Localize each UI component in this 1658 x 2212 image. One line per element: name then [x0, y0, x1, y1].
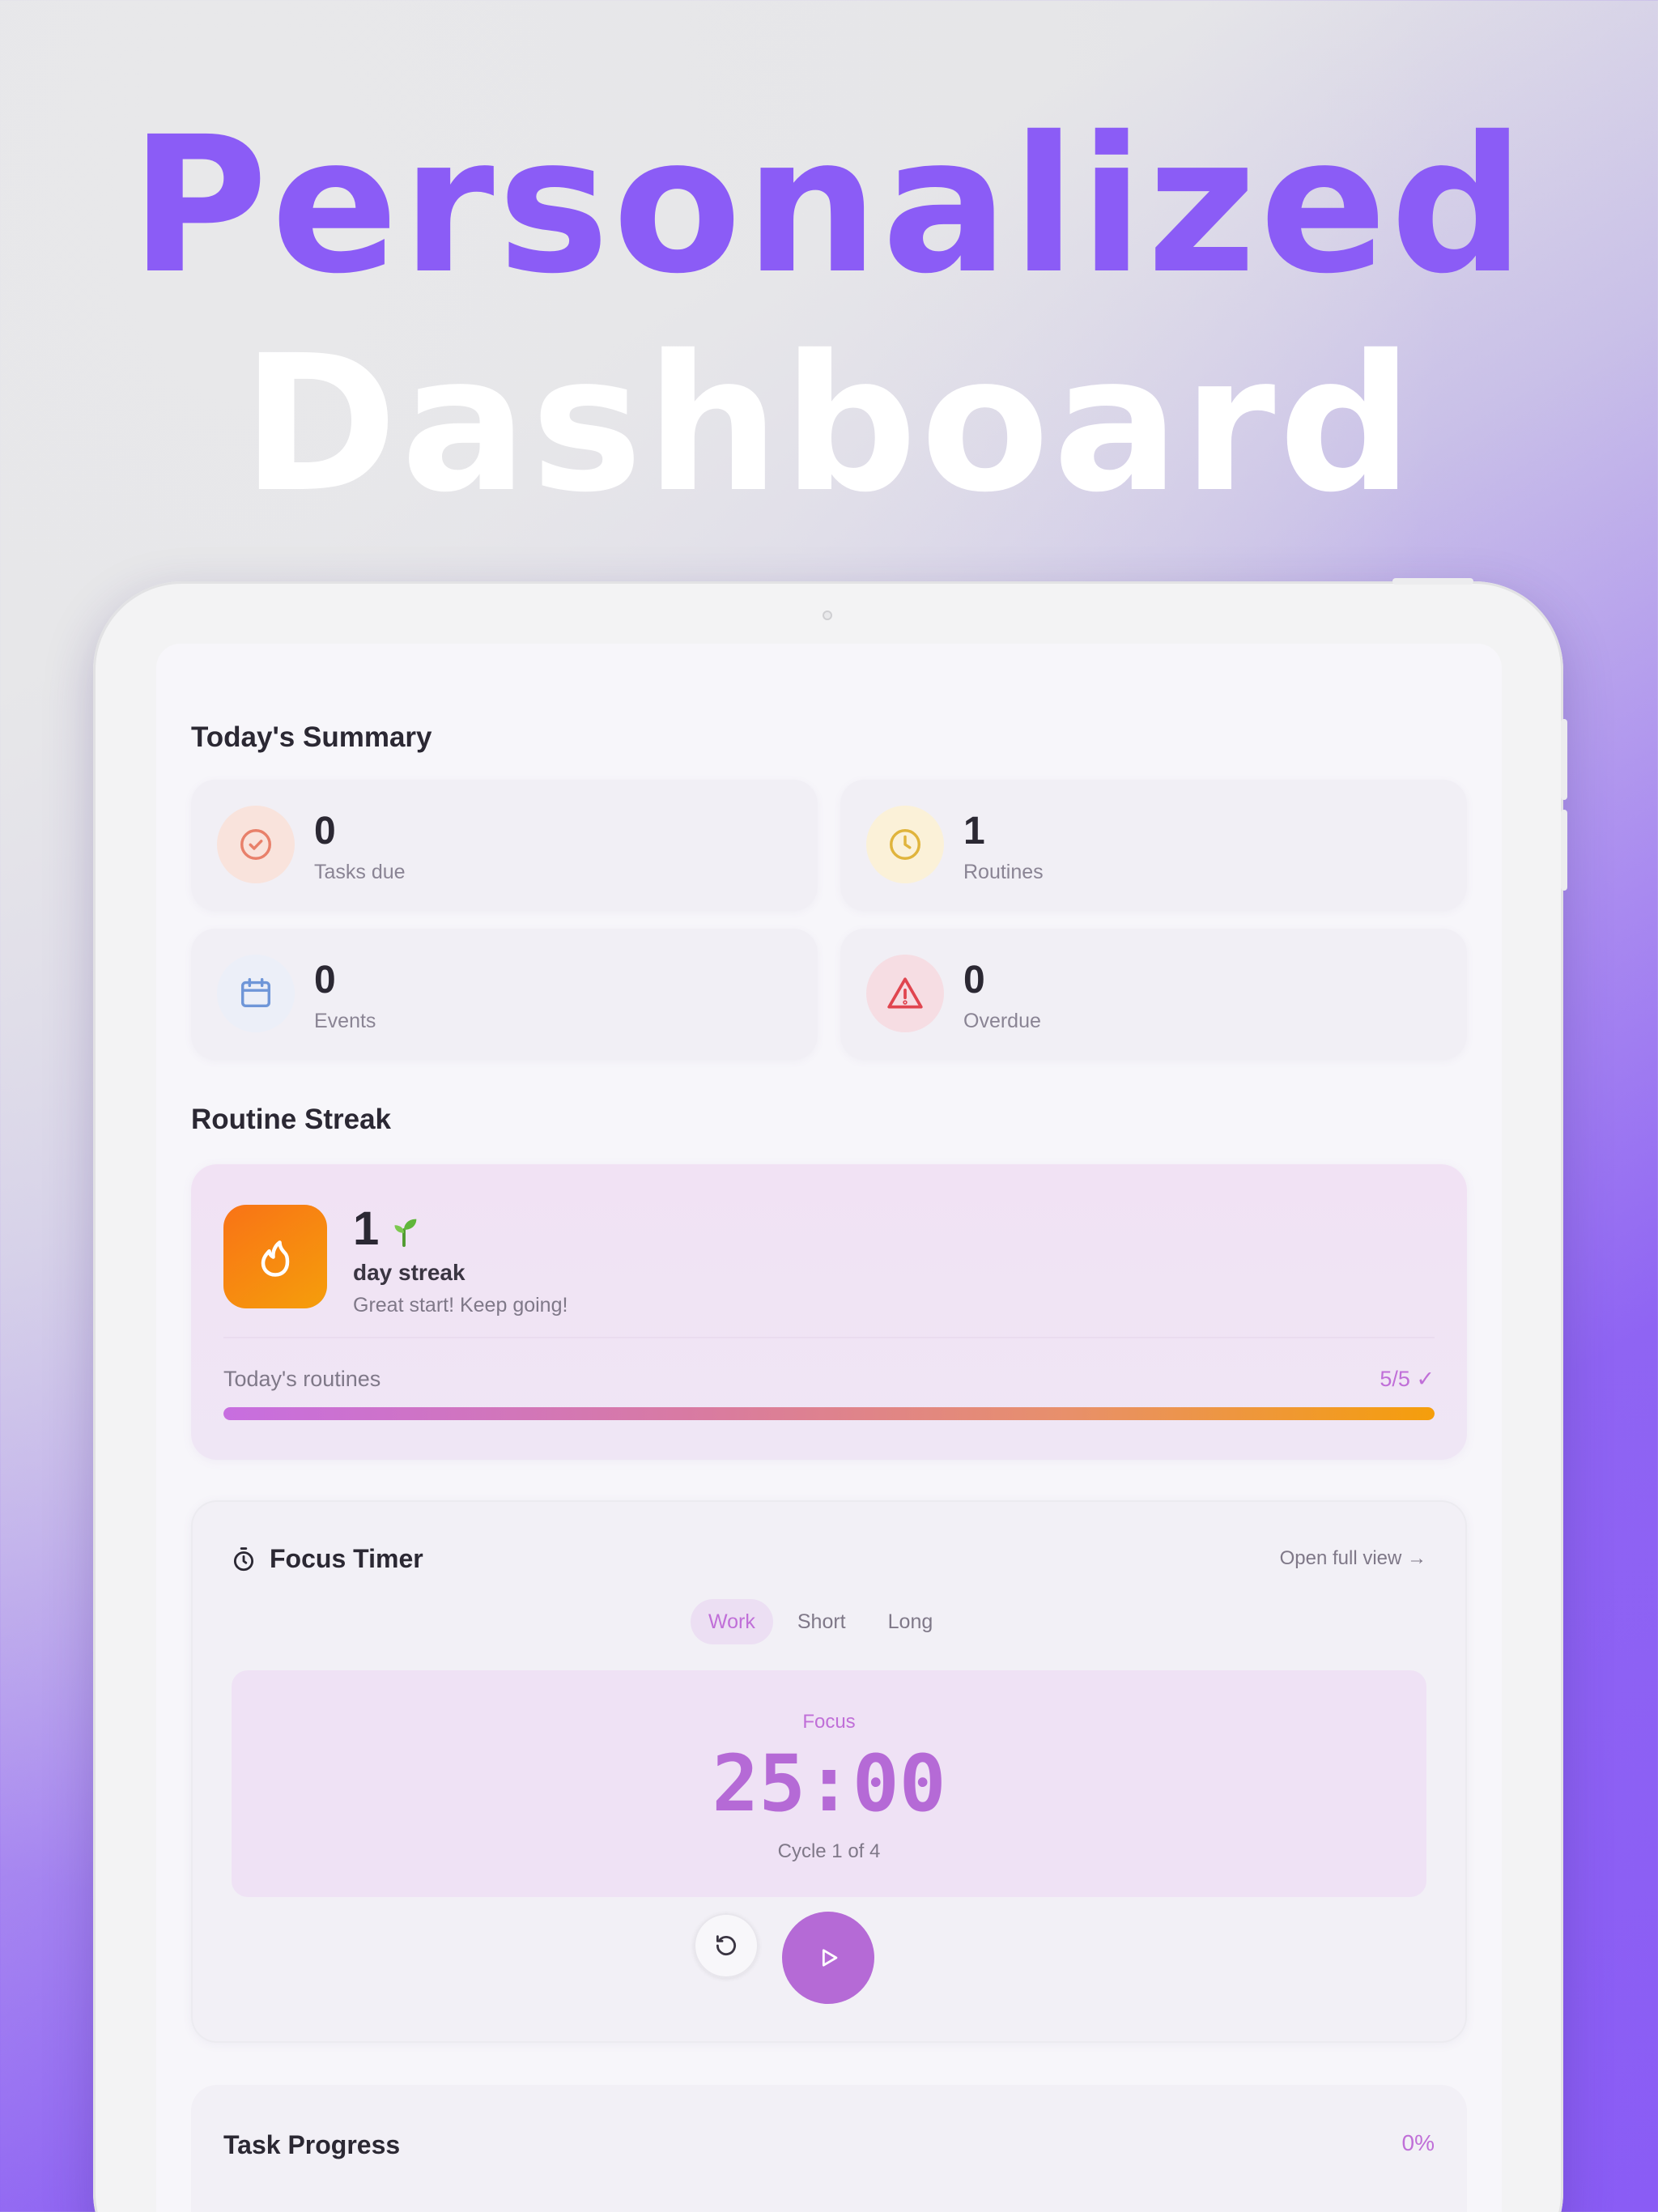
tasks-due-label: Tasks due: [314, 861, 406, 883]
task-progress-percent: 0%: [1401, 2130, 1435, 2155]
task-progress-card[interactable]: Task Progress 0%: [191, 2085, 1467, 2212]
focus-timer-title: Focus Timer: [270, 1544, 423, 1573]
tab-long[interactable]: Long: [870, 1599, 951, 1644]
tablet-volume-up-button: [1561, 719, 1567, 800]
streak-label: day streak: [353, 1260, 466, 1285]
reset-icon: [716, 1935, 736, 1956]
reset-button[interactable]: [694, 1913, 759, 1978]
overdue-value: 0: [963, 959, 985, 1002]
stat-card-tasks-due[interactable]: 0 Tasks due: [191, 780, 818, 911]
flame-icon: [223, 1205, 327, 1308]
sprout-icon: [385, 1211, 423, 1253]
timer-mode-label: Focus: [802, 1711, 856, 1733]
play-icon: [822, 1949, 838, 1967]
tablet-top-button: [1392, 578, 1473, 585]
routines-progress-bar: [223, 1407, 1435, 1420]
timer-display: Focus 25:00 Cycle 1 of 4: [232, 1670, 1426, 1897]
overdue-label: Overdue: [963, 1010, 1041, 1032]
todays-routines-label: Today's routines: [223, 1367, 381, 1391]
task-progress-title: Task Progress: [223, 2130, 401, 2159]
stat-card-overdue[interactable]: 0 Overdue: [840, 929, 1467, 1060]
tasks-due-value: 0: [314, 810, 336, 853]
summary-title: Today's Summary: [191, 721, 432, 753]
routines-value: 1: [963, 810, 985, 853]
tablet-volume-down-button: [1561, 810, 1567, 891]
events-label: Events: [314, 1010, 376, 1032]
events-value: 0: [314, 959, 336, 1002]
open-full-view-link[interactable]: Open full view →: [1280, 1547, 1426, 1570]
streak-count: 1: [353, 1202, 380, 1255]
streak-card[interactable]: 1 day streak Great start! Keep going! To…: [191, 1164, 1467, 1460]
hero-title-line2: Dashboard: [241, 315, 1417, 534]
streak-message: Great start! Keep going!: [353, 1294, 568, 1317]
timer-mode-tabs: Work Short Long: [691, 1599, 950, 1644]
hero-title-line1: Personalized: [130, 96, 1528, 315]
tab-work[interactable]: Work: [691, 1599, 773, 1644]
todays-routines-count: 5/5 ✓: [1380, 1367, 1435, 1391]
streak-title: Routine Streak: [191, 1104, 391, 1135]
calendar-icon: [217, 955, 295, 1032]
routines-progress-fill: [223, 1407, 1435, 1420]
timer-time: 25:00: [712, 1738, 946, 1829]
timer-cycle: Cycle 1 of 4: [777, 1840, 881, 1862]
warning-icon: [866, 955, 944, 1032]
check-circle-icon: [217, 806, 295, 883]
stat-card-events[interactable]: 0 Events: [191, 929, 818, 1060]
stat-card-routines[interactable]: 1 Routines: [840, 780, 1467, 911]
focus-timer-card: Focus Timer Open full view → Work Short …: [191, 1500, 1467, 2043]
clock-icon: [866, 806, 944, 883]
stopwatch-icon: [230, 1546, 257, 1577]
app-screen: Today's Summary 0 Tasks due 1 Routines 0…: [156, 644, 1502, 2212]
routines-label: Routines: [963, 861, 1044, 883]
tablet-camera: [823, 610, 832, 620]
streak-divider: [223, 1337, 1435, 1338]
tab-short[interactable]: Short: [780, 1599, 864, 1644]
play-button[interactable]: [782, 1912, 874, 2004]
